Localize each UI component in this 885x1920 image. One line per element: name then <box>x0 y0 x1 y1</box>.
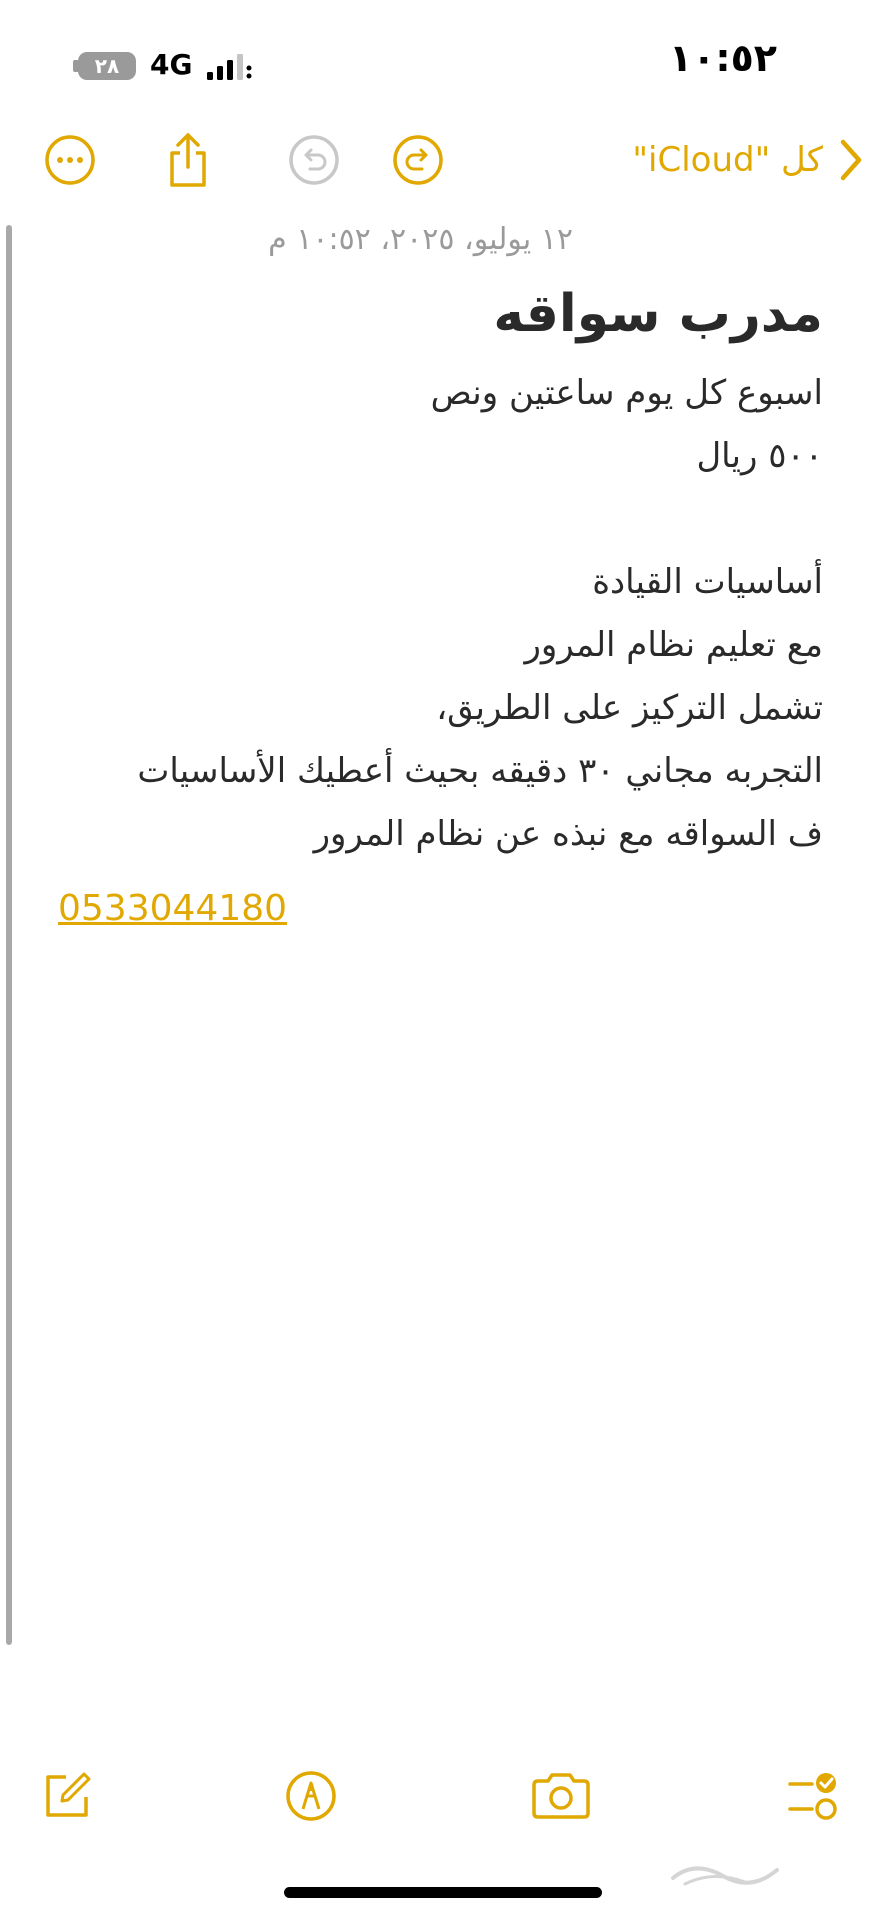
back-to-icloud-button[interactable]: كل "iCloud" <box>632 136 865 184</box>
compose-icon <box>46 1772 91 1817</box>
note-line[interactable]: اسبوع كل يوم ساعتين ونص <box>33 362 823 425</box>
note-line[interactable]: تشمل التركيز على الطريق، <box>33 677 823 740</box>
signal-icon <box>207 54 252 80</box>
phone-number-link[interactable]: 0533044180 <box>58 888 287 929</box>
network-type: 4G <box>150 48 193 81</box>
note-line[interactable] <box>33 488 823 551</box>
watermark-logo <box>671 1866 779 1886</box>
undo-button[interactable] <box>284 130 344 190</box>
back-label: كل "iCloud" <box>632 140 823 180</box>
camera-icon <box>532 1773 590 1819</box>
status-bar: ١٠:٥٢ ٢٨ 4G <box>0 0 885 120</box>
note-title[interactable]: مدرب سواقه <box>33 276 823 352</box>
markup-pen-icon <box>286 1771 336 1821</box>
note-line[interactable]: التجربه مجاني ٣٠ دقيقه بحيث أعطيك الأساس… <box>33 740 823 803</box>
bottom-toolbar <box>0 1765 885 1835</box>
redo-button[interactable] <box>388 130 448 190</box>
checklist-button[interactable] <box>782 1765 844 1827</box>
note-line[interactable]: ف السواقه مع نبذه عن نظام المرور <box>33 803 823 866</box>
share-button[interactable] <box>158 130 218 190</box>
camera-button[interactable] <box>530 1765 592 1827</box>
note-toolbar: كل "iCloud" <box>0 130 885 210</box>
battery-icon: ٢٨ <box>78 52 136 80</box>
share-icon <box>170 133 206 187</box>
chevron-right-icon <box>840 139 862 181</box>
ellipsis-circle-icon <box>45 135 95 185</box>
redo-icon <box>393 135 443 185</box>
scroll-indicator[interactable] <box>6 225 12 1645</box>
notes-screen: ١٠:٥٢ ٢٨ 4G كل "iCloud" ١٢ يوليو، ٢٠٢٥، … <box>0 0 885 1920</box>
note-line[interactable]: أساسيات القيادة <box>33 551 823 614</box>
note-line[interactable]: مع تعليم نظام المرور <box>33 614 823 677</box>
checklist-icon <box>788 1773 837 1820</box>
more-button[interactable] <box>40 130 100 190</box>
note-date: ١٢ يوليو، ٢٠٢٥، ١٠:٥٢ م <box>268 222 573 257</box>
markup-button[interactable] <box>280 1765 342 1827</box>
note-body-editor[interactable]: ١٢ يوليو، ٢٠٢٥، ١٠:٥٢ م مدرب سواقه اسبوع… <box>33 218 823 866</box>
compose-button[interactable] <box>36 1765 98 1827</box>
note-text[interactable]: اسبوع كل يوم ساعتين ونص ٥٠٠ ريال أساسيات… <box>33 362 823 866</box>
undo-icon <box>289 135 339 185</box>
note-line[interactable]: ٥٠٠ ريال <box>33 425 823 488</box>
home-indicator[interactable] <box>284 1887 602 1898</box>
status-time: ١٠:٥٢ <box>669 36 777 80</box>
